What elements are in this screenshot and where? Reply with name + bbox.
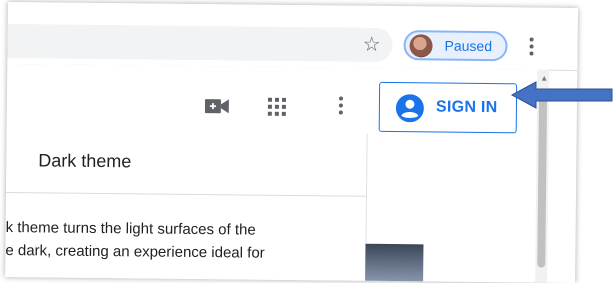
sign-in-label: SIGN IN [435, 98, 498, 117]
description-line: e dark, creating an experience ideal for [5, 241, 265, 262]
address-bar[interactable]: ☆ [7, 23, 393, 63]
more-vert-icon[interactable] [337, 96, 345, 118]
menu-divider [5, 191, 366, 197]
profile-status-label: Paused [444, 37, 493, 55]
more-vert-icon[interactable] [527, 37, 535, 59]
page-content: SIGN IN Dark theme k theme turns the lig… [5, 63, 548, 283]
annotation-arrow-icon [510, 81, 613, 109]
preview-thumbnail [365, 243, 424, 283]
profile-button[interactable]: Paused [403, 30, 508, 62]
apps-grid-icon[interactable] [267, 97, 287, 117]
account-circle-icon [395, 94, 424, 123]
dark-theme-description: k theme turns the light surfaces of the … [5, 216, 360, 266]
star-icon[interactable]: ☆ [363, 34, 381, 56]
avatar [409, 34, 433, 58]
dark-theme-menu-item[interactable]: Dark theme [38, 150, 131, 172]
browser-window: ☆ Paused SIGN IN Dark theme k theme turn… [5, 2, 578, 283]
video-call-icon[interactable] [204, 98, 229, 114]
browser-toolbar: ☆ Paused [7, 2, 578, 71]
sign-in-button[interactable]: SIGN IN [378, 81, 518, 134]
